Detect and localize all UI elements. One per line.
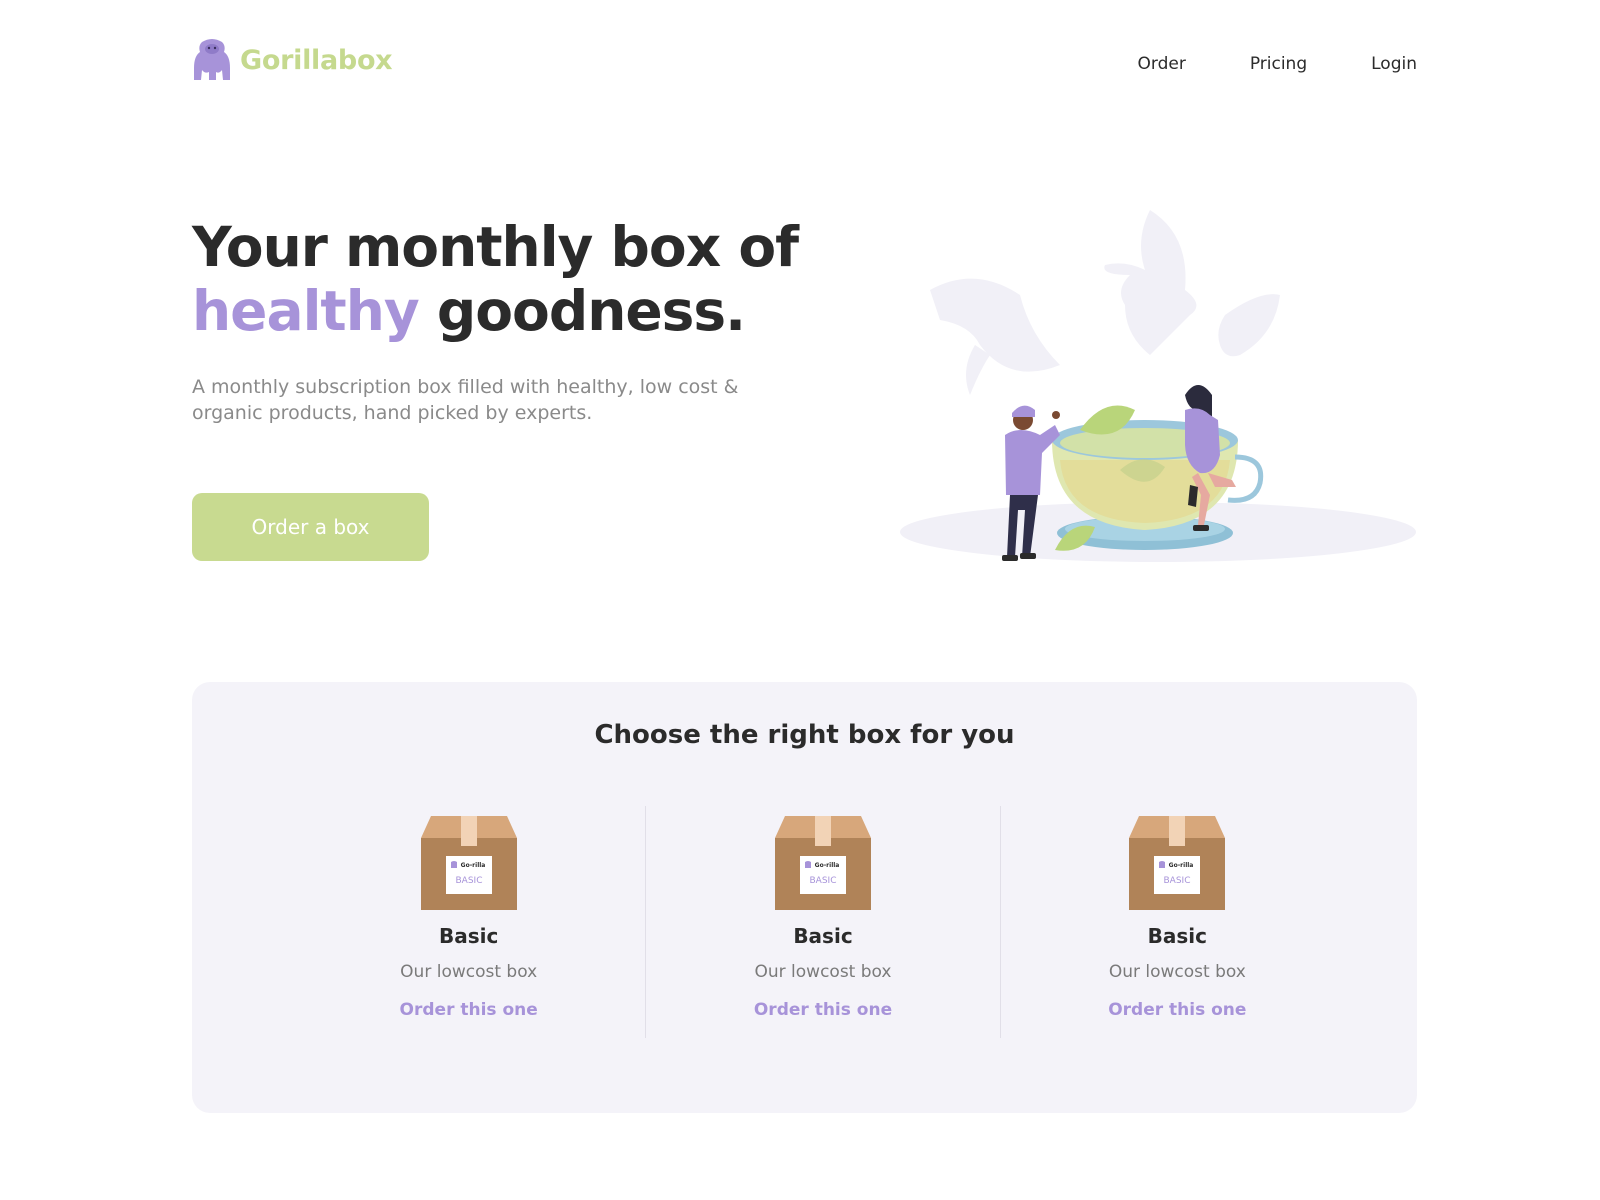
nav-item-pricing[interactable]: Pricing: [1250, 54, 1307, 74]
box-name: Basic: [438, 924, 499, 948]
boxes-title: Choose the right box for you: [594, 720, 1015, 750]
order-this-one-link[interactable]: Order this one: [754, 1000, 892, 1020]
main-nav: Order Pricing Login: [1138, 54, 1418, 74]
box-description: Our lowcost box: [400, 962, 538, 982]
box-icon: Go-rilla BASIC: [1129, 816, 1226, 910]
hero-title-rest: goodness.: [436, 279, 746, 343]
brand-logo[interactable]: Gorillabox: [192, 38, 393, 82]
background-leaves: [930, 210, 1280, 395]
box-icon: Go-rilla BASIC: [774, 816, 871, 910]
brand-name: Gorillabox: [240, 44, 393, 76]
nav-item-order[interactable]: Order: [1138, 54, 1186, 74]
boxes-section: Choose the right box for you Go-rilla BA…: [192, 682, 1417, 1113]
box-brand: Go-rilla: [1169, 862, 1194, 869]
box-name: Basic: [1147, 924, 1207, 948]
box-description: Our lowcost box: [1108, 962, 1246, 982]
box-icon: Go-rilla BASIC: [420, 816, 517, 910]
box-card-3: Go-rilla BASIC Basic Our lowcost box Ord…: [999, 806, 1354, 1038]
box-name: Basic: [793, 924, 853, 948]
nav-item-login[interactable]: Login: [1371, 54, 1417, 74]
box-tier: BASIC: [1164, 876, 1191, 886]
box-tier: BASIC: [809, 876, 836, 886]
hero-title: Your monthly box of healthy goodness.: [192, 215, 799, 343]
box-brand: Go-rilla: [815, 862, 840, 869]
site-header: Gorillabox Order Pricing Login: [192, 38, 1417, 84]
box-card-2: Go-rilla BASIC Basic Our lowcost box Ord…: [645, 806, 999, 1038]
order-this-one-link[interactable]: Order this one: [1108, 1000, 1246, 1020]
order-this-one-link[interactable]: Order this one: [400, 1000, 538, 1020]
hero-title-accent: healthy: [192, 279, 420, 343]
box-brand: Go-rilla: [460, 862, 485, 869]
gorilla-icon: [194, 39, 230, 80]
hero-subtitle: A monthly subscription box filled with h…: [192, 376, 739, 424]
tea-cup-illustration: [900, 210, 1416, 562]
box-description: Our lowcost box: [754, 962, 892, 982]
order-box-button[interactable]: Order a box: [192, 493, 429, 561]
box-cards: Go-rilla BASIC Basic Our lowcost box Ord…: [292, 806, 1354, 1038]
hero-title-line1: Your monthly box of: [192, 215, 799, 279]
box-tier: BASIC: [455, 876, 482, 886]
box-card-1: Go-rilla BASIC Basic Our lowcost box Ord…: [292, 806, 645, 1038]
